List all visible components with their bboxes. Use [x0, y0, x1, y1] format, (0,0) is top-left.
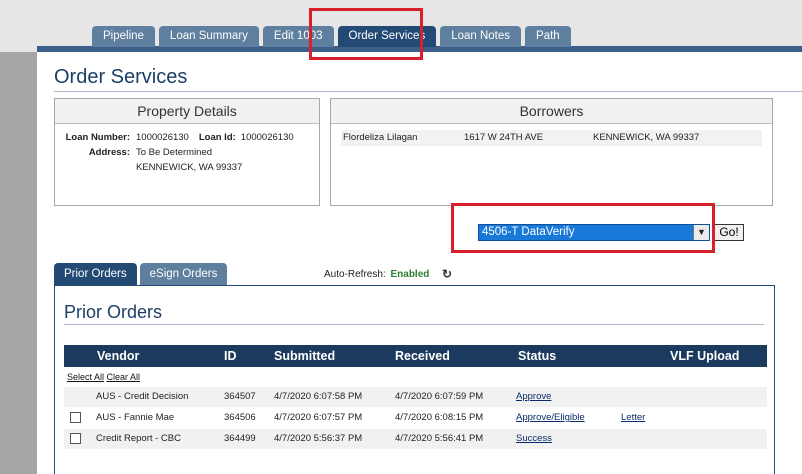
tab-prior-orders[interactable]: Prior Orders: [54, 263, 137, 285]
highlight-box-tab: [309, 8, 423, 60]
col-received: Received: [395, 349, 450, 363]
row-status-link[interactable]: Approve: [516, 387, 551, 407]
col-status: Status: [518, 349, 557, 363]
prior-orders-panel: Prior Orders Vendor ID Submitted Receive…: [54, 285, 775, 474]
select-links: Select All Clear All: [67, 372, 140, 382]
row-vendor: AUS - Fannie Mae: [96, 412, 175, 423]
col-submitted: Submitted: [274, 349, 336, 363]
auto-refresh: Auto-Refresh: Enabled: [324, 269, 429, 280]
col-id: ID: [224, 349, 237, 363]
left-gutter: [0, 52, 37, 474]
row-submitted: 4/7/2020 6:07:58 PM: [274, 391, 363, 402]
page-title: Order Services: [54, 66, 188, 88]
select-all-link[interactable]: Select All: [67, 372, 104, 382]
tab-path[interactable]: Path: [525, 26, 571, 47]
row-id: 364499: [224, 433, 256, 444]
order-subtabs: Prior Orders eSign Orders: [54, 263, 230, 285]
auto-refresh-status[interactable]: Enabled: [390, 269, 429, 280]
row-received: 4/7/2020 6:07:59 PM: [395, 391, 484, 402]
row-checkbox[interactable]: [70, 433, 81, 444]
clear-all-link[interactable]: Clear All: [107, 372, 141, 382]
title-divider: [54, 91, 802, 92]
borrower-row: Flordeliza Lilagan 1617 W 24TH AVE KENNE…: [341, 130, 762, 146]
auto-refresh-label: Auto-Refresh:: [324, 269, 386, 280]
property-details-panel: Property Details Loan Number: 1000026130…: [54, 98, 320, 206]
property-details-heading: Property Details: [55, 99, 319, 124]
row-vendor: AUS - Credit Decision: [96, 391, 189, 402]
refresh-icon[interactable]: ↻: [442, 268, 454, 280]
table-row: AUS - Fannie Mae 364506 4/7/2020 6:07:57…: [64, 408, 767, 428]
tab-pipeline[interactable]: Pipeline: [92, 26, 155, 47]
loan-number-value: 1000026130: [136, 132, 189, 143]
row-received: 4/7/2020 6:08:15 PM: [395, 412, 484, 423]
row-vendor: Credit Report - CBC: [96, 433, 181, 444]
address-line2: KENNEWICK, WA 99337: [136, 162, 243, 173]
tab-esign-orders[interactable]: eSign Orders: [139, 263, 228, 285]
table-row: AUS - Credit Decision 364507 4/7/2020 6:…: [64, 387, 767, 407]
row-status-link[interactable]: Approve/Eligible: [516, 408, 585, 428]
borrower-name: Flordeliza Lilagan: [343, 132, 418, 143]
prior-orders-divider: [64, 324, 764, 325]
borrowers-panel: Borrowers Flordeliza Lilagan 1617 W 24TH…: [330, 98, 773, 206]
row-id: 364507: [224, 391, 256, 402]
col-vendor: Vendor: [97, 349, 140, 363]
loan-number-label: Loan Number:: [65, 132, 130, 143]
row-submitted: 4/7/2020 5:56:37 PM: [274, 433, 363, 444]
address-line1: To Be Determined: [136, 147, 213, 158]
prior-orders-title: Prior Orders: [64, 302, 163, 322]
row-id: 364506: [224, 412, 256, 423]
col-vlf-upload: VLF Upload: [670, 349, 740, 363]
main-content: Order Services Property Details Loan Num…: [37, 52, 802, 474]
borrowers-heading: Borrowers: [331, 99, 772, 124]
tab-loan-notes[interactable]: Loan Notes: [440, 26, 522, 47]
loan-id-value: 1000026130: [240, 132, 294, 143]
row-letter-link[interactable]: Letter: [621, 408, 645, 428]
table-row: Credit Report - CBC 364499 4/7/2020 5:56…: [64, 429, 767, 449]
row-checkbox[interactable]: [70, 412, 81, 423]
row-received: 4/7/2020 5:56:41 PM: [395, 433, 484, 444]
borrower-street: 1617 W 24TH AVE: [464, 132, 544, 143]
go-button[interactable]: Go!: [714, 224, 744, 241]
row-status-link[interactable]: Success: [516, 429, 552, 449]
highlight-box-select: [451, 203, 715, 253]
address-label: Address:: [88, 147, 130, 158]
row-submitted: 4/7/2020 6:07:57 PM: [274, 412, 363, 423]
borrower-city: KENNEWICK, WA 99337: [593, 132, 700, 143]
tab-loan-summary[interactable]: Loan Summary: [158, 26, 259, 47]
orders-table-header: Vendor ID Submitted Received Status VLF …: [64, 345, 767, 367]
loan-id-label: Loan Id:: [198, 132, 236, 143]
